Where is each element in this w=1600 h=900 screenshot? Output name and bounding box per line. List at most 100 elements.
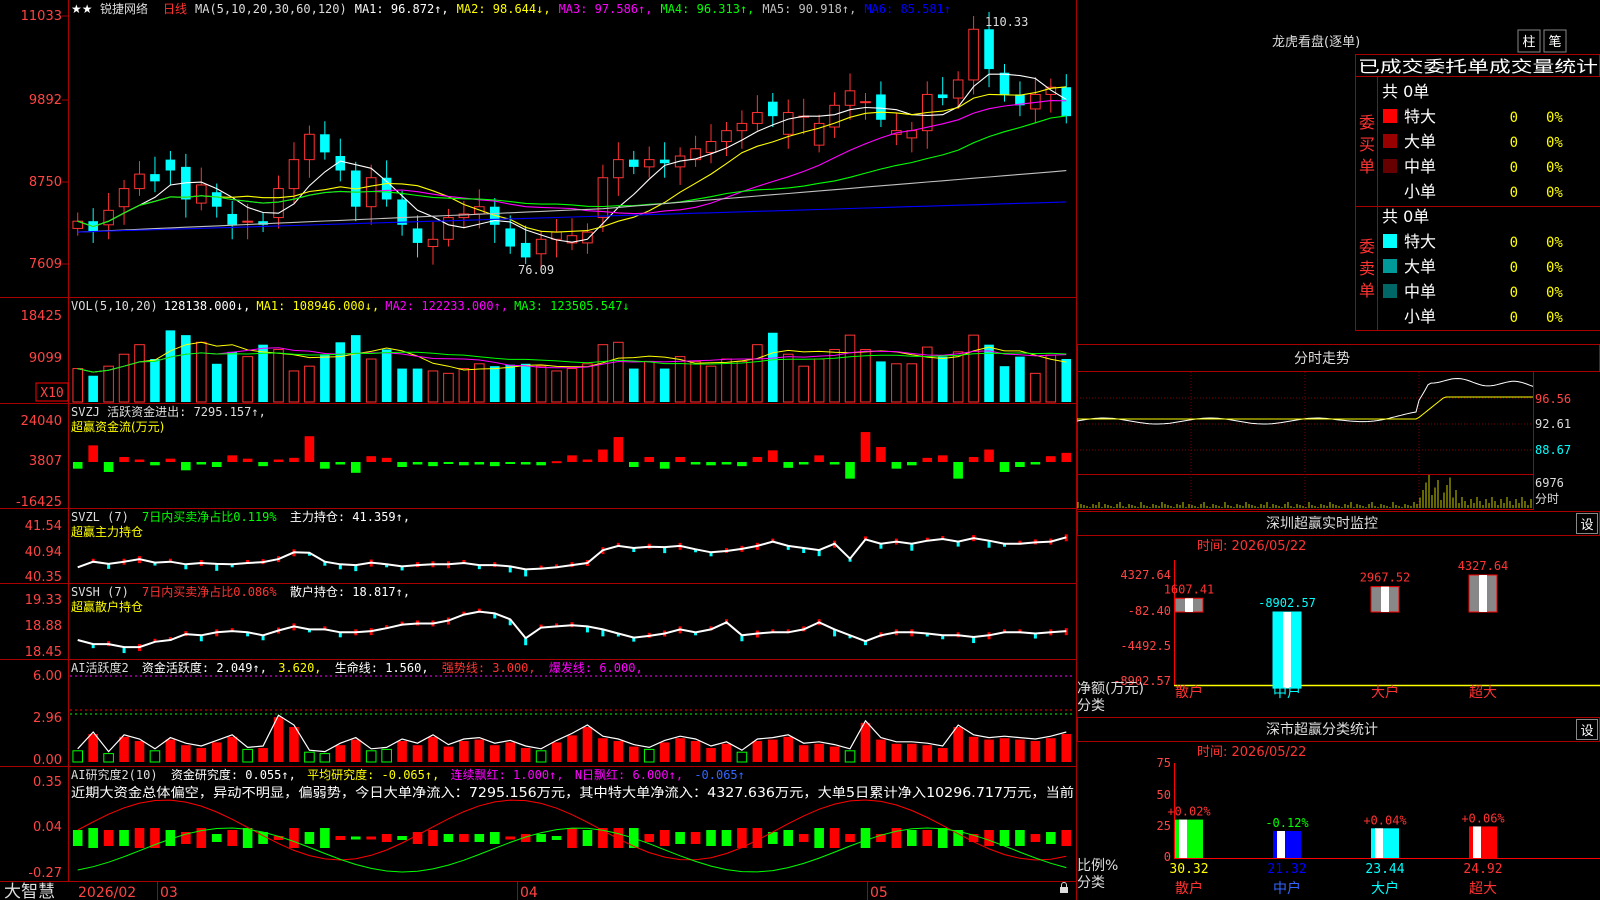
period-label[interactable]: 日线 xyxy=(163,2,187,16)
research-bar xyxy=(1030,834,1041,842)
research-bar xyxy=(582,830,593,846)
monitor-bar-highlight xyxy=(1479,575,1487,612)
side-label-char: 单 xyxy=(1359,281,1375,300)
activity-bar xyxy=(459,741,469,762)
classify-change: -0.12% xyxy=(1265,816,1309,830)
volume-bar xyxy=(829,348,840,403)
row-label: 小单 xyxy=(1404,182,1436,201)
flow-bar xyxy=(428,462,438,467)
favorite-stars[interactable]: ★★ xyxy=(71,2,93,16)
research-bar xyxy=(1046,832,1056,844)
ai-research-axis-label: 0.04 xyxy=(33,820,62,835)
flow-bar xyxy=(567,455,577,462)
svzl-subtitle: 超赢主力持仓 xyxy=(71,524,143,539)
activity-bar xyxy=(628,746,639,762)
price-axis-label: 11033 xyxy=(21,9,62,24)
volume-bar xyxy=(551,370,562,403)
classify-bar-highlight xyxy=(1473,826,1481,858)
flow-bar xyxy=(88,445,98,462)
research-bar xyxy=(474,834,485,842)
volume-bar xyxy=(968,334,979,403)
activity-bar xyxy=(876,739,886,762)
legend-swatch xyxy=(1383,259,1397,273)
sell-total: 共 0单 xyxy=(1382,207,1429,226)
activity-bar xyxy=(72,750,84,763)
row-label: 中单 xyxy=(1404,282,1436,301)
research-bar xyxy=(1061,830,1072,846)
main-chart-area[interactable]: ★★ 锐捷网络 日线 MA(5,10,20,30,60,120) MA1: 96.… xyxy=(0,0,1077,900)
flow-bar xyxy=(798,462,809,465)
scale-badge[interactable]: X10 xyxy=(40,386,63,401)
candle-body xyxy=(211,192,222,207)
candle-body xyxy=(752,112,763,124)
vol-axis-label: 18425 xyxy=(21,309,62,324)
candle-body xyxy=(551,231,562,240)
candle-body xyxy=(952,79,964,99)
flow-bar xyxy=(412,462,423,465)
research-bar xyxy=(706,830,716,846)
research-bar xyxy=(505,836,516,840)
research-bar xyxy=(242,828,253,848)
svzj-legend: SVZJ 活跃资金进出: 7295.157↑, xyxy=(71,404,266,419)
research-bar xyxy=(907,830,917,846)
candle-body xyxy=(860,101,871,104)
activity-bar xyxy=(598,738,608,762)
flow-bar xyxy=(752,457,763,462)
research-bar xyxy=(999,830,1010,846)
activity-bar xyxy=(273,717,284,762)
flow-bar xyxy=(690,462,701,465)
volume-bar xyxy=(227,351,237,402)
flow-bar xyxy=(536,462,546,466)
monitor-axis-label: 4327.64 xyxy=(1120,568,1171,582)
candle-body xyxy=(227,213,237,225)
row-label: 特大 xyxy=(1404,232,1436,251)
candle-body xyxy=(520,242,531,258)
legend-swatch xyxy=(1383,234,1397,248)
classify-change: +0.02% xyxy=(1167,805,1211,819)
monitor-category: 中户 xyxy=(1273,684,1301,701)
row-label: 大单 xyxy=(1404,132,1436,151)
research-bar xyxy=(798,834,809,842)
candle-body xyxy=(1061,87,1072,117)
monitor-title: 深圳超赢实时监控 xyxy=(1266,515,1378,532)
research-bar xyxy=(350,836,361,840)
flow-bar xyxy=(814,455,824,462)
volume-bar xyxy=(891,363,902,403)
activity-bar xyxy=(289,727,299,762)
activity-bar xyxy=(474,739,485,762)
flow-bar xyxy=(196,462,207,465)
row-count: 0 xyxy=(1510,260,1518,276)
flow-bar xyxy=(258,462,268,467)
flow-bar xyxy=(613,437,624,462)
flow-bar xyxy=(397,462,407,467)
row-count: 0 xyxy=(1510,185,1518,201)
ai-active-legend: AI活跃度2 资金活跃度: 2.049↑, 3.620, 生命线: 1.560,… xyxy=(71,660,643,675)
candle-body xyxy=(288,159,300,190)
classify-value: 23.44 xyxy=(1365,862,1404,877)
research-bar xyxy=(690,832,701,844)
research-bar xyxy=(443,834,454,842)
volume-bar xyxy=(659,368,670,402)
volume-bar xyxy=(1061,359,1072,402)
activity-bar xyxy=(999,738,1010,762)
row-percent: 0% xyxy=(1546,235,1563,251)
research-bar xyxy=(72,830,83,846)
row-percent: 0% xyxy=(1546,160,1563,176)
row-count: 0 xyxy=(1510,135,1518,151)
flow-bar xyxy=(273,459,284,462)
research-bar xyxy=(1015,830,1025,846)
flow-bar xyxy=(1061,452,1072,462)
row-percent: 0% xyxy=(1546,310,1563,326)
volume-bar xyxy=(520,363,531,402)
flow-bar xyxy=(876,447,886,462)
monitor-bar-value: -8902.57 xyxy=(1258,596,1316,610)
flow-bar xyxy=(1046,456,1056,462)
dragon-tabs[interactable]: 已成交委托单成交量统计 xyxy=(1358,57,1598,76)
flow-bar xyxy=(165,458,176,462)
monitor-bar-value: 4327.64 xyxy=(1458,559,1509,573)
flow-bar xyxy=(489,462,500,467)
activity-bar xyxy=(567,735,577,762)
buy-side-label: 委买单 xyxy=(1359,113,1375,176)
volume-bar xyxy=(876,361,886,402)
volume-bar xyxy=(752,344,763,403)
